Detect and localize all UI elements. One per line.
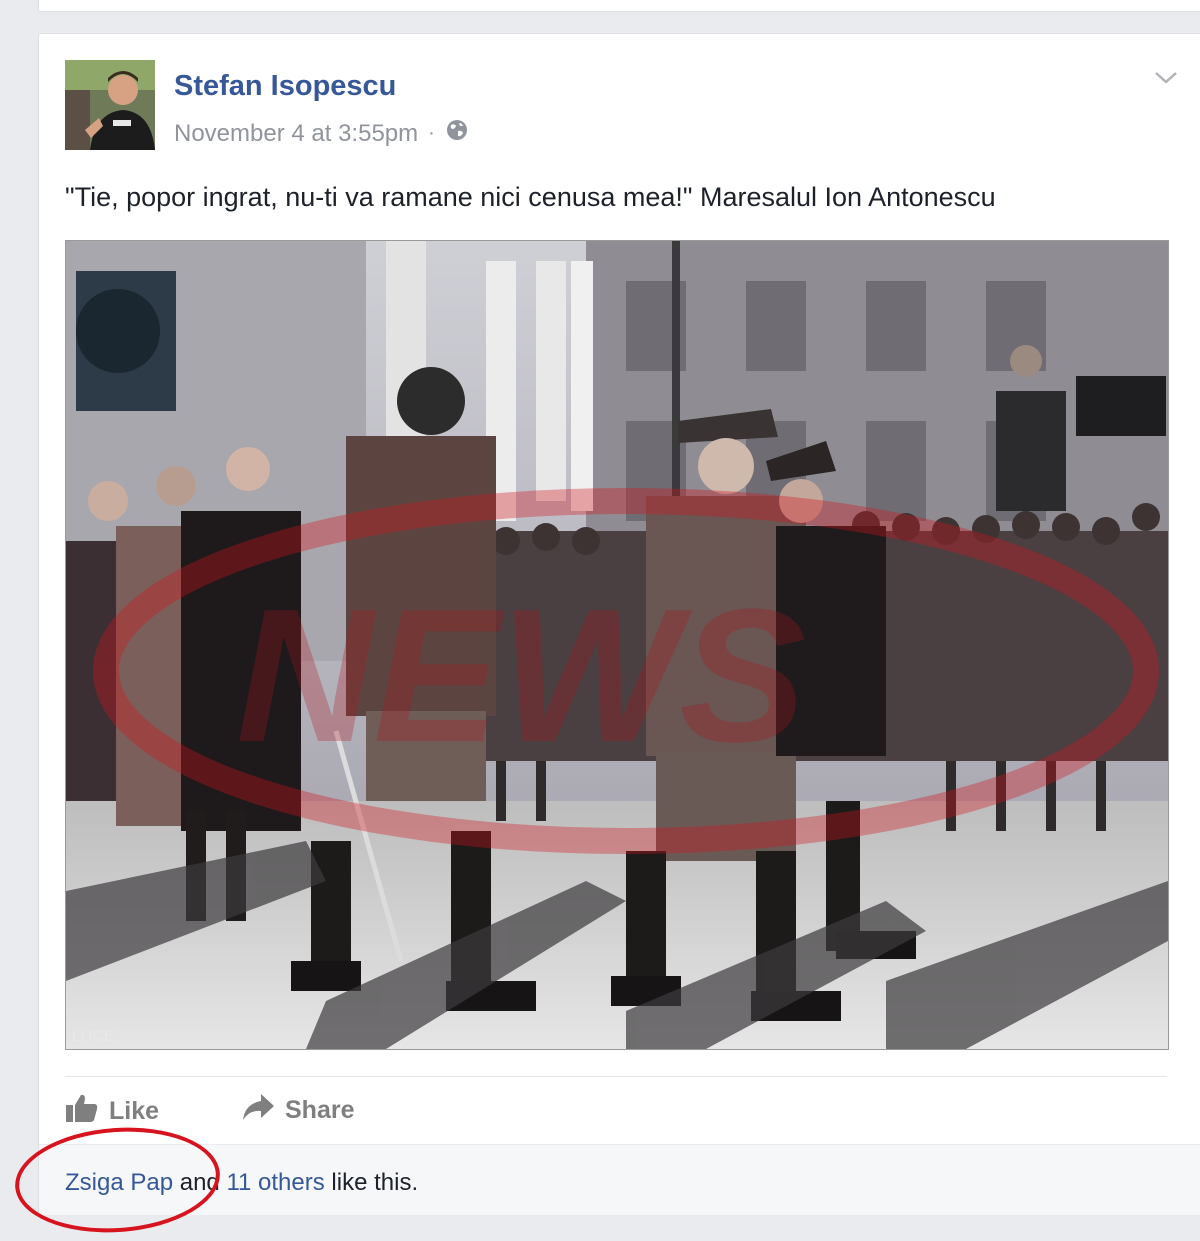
share-arrow-icon [241, 1092, 275, 1129]
post-card: Stefan Isopescu November 4 at 3:55pm · "… [38, 33, 1200, 1215]
post-timestamp[interactable]: November 4 at 3:55pm [174, 120, 418, 148]
like-button[interactable]: Like [65, 1092, 159, 1131]
thumbs-up-icon [65, 1092, 99, 1131]
chevron-down-icon[interactable] [1153, 68, 1179, 88]
post-text: "Tie, popor ingrat, nu-ti va ramane nici… [65, 182, 996, 212]
photo-corner-mark: LUCE [72, 1028, 115, 1045]
likes-summary: Zsiga Pap and 11 others like this. [65, 1169, 418, 1197]
liker-name-link[interactable]: Zsiga Pap [65, 1169, 173, 1196]
like-label: Like [109, 1097, 160, 1125]
likes-others-link[interactable]: 11 others [226, 1169, 324, 1196]
author-name[interactable]: Stefan Isopescu [174, 70, 396, 103]
globe-icon[interactable] [445, 118, 469, 149]
likes-summary-bar: Zsiga Pap and 11 others like this. [39, 1144, 1200, 1215]
avatar[interactable] [65, 60, 155, 150]
post-photo[interactable]: NEWS LUCE [65, 240, 1169, 1050]
likes-and: and [179, 1169, 220, 1196]
photo-watermark: NEWS [236, 570, 806, 782]
post-meta: November 4 at 3:55pm · [174, 118, 469, 149]
likes-suffix: like this. [331, 1169, 419, 1196]
share-button[interactable]: Share [241, 1092, 354, 1129]
previous-post-card [38, 0, 1200, 12]
meta-separator: · [428, 122, 435, 144]
action-divider [65, 1076, 1167, 1077]
share-label: Share [285, 1096, 355, 1124]
